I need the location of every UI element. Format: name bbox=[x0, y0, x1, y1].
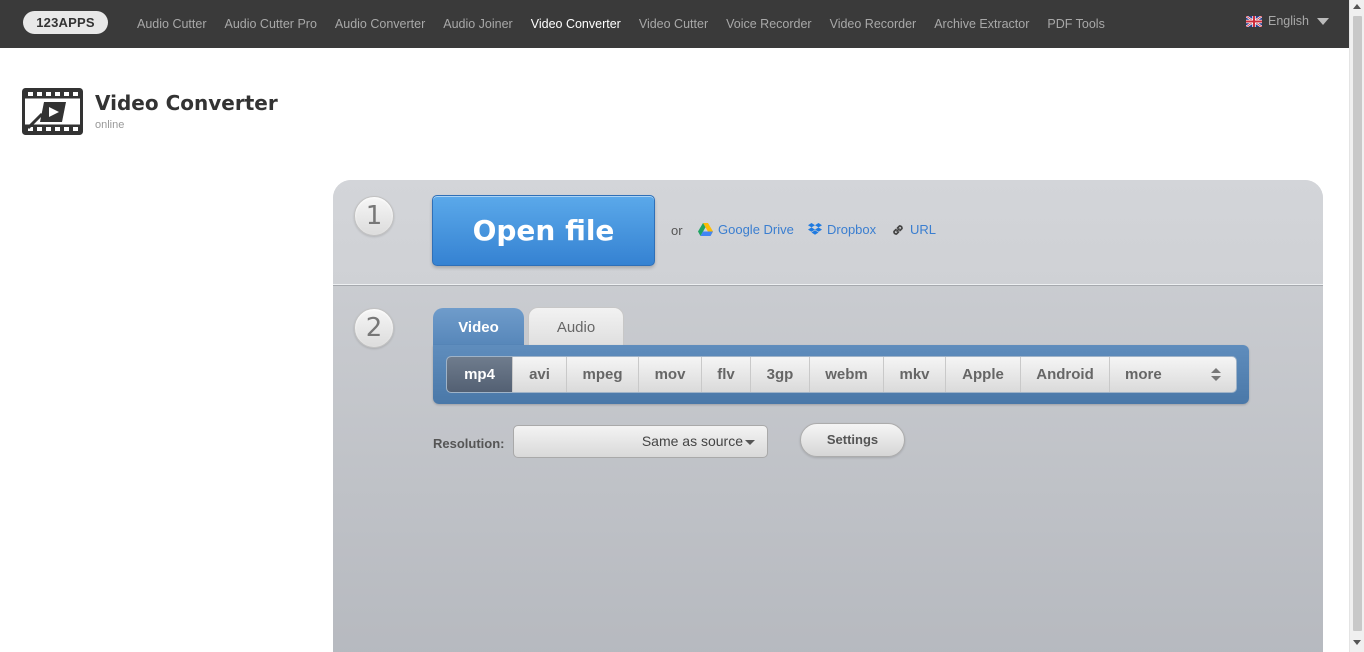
language-label: English bbox=[1268, 14, 1309, 28]
up-down-arrows-icon bbox=[1211, 368, 1221, 381]
google-drive-label: Google Drive bbox=[718, 222, 794, 237]
nav-video-recorder[interactable]: Video Recorder bbox=[830, 17, 917, 31]
vertical-scrollbar[interactable] bbox=[1349, 0, 1364, 652]
nav-pdf-tools[interactable]: PDF Tools bbox=[1047, 17, 1104, 31]
dropbox-label: Dropbox bbox=[827, 222, 877, 237]
or-label: or bbox=[671, 223, 683, 238]
dropbox-link[interactable]: Dropbox bbox=[808, 222, 876, 237]
top-navigation-bar: 123APPS Audio Cutter Audio Cutter Pro Au… bbox=[0, 0, 1349, 48]
chevron-down-icon bbox=[1317, 17, 1329, 25]
url-label: URL bbox=[910, 222, 937, 237]
nav-archive-extractor[interactable]: Archive Extractor bbox=[934, 17, 1029, 31]
resolution-label: Resolution: bbox=[433, 436, 505, 451]
format-apple[interactable]: Apple bbox=[946, 357, 1021, 392]
nav-audio-cutter-pro[interactable]: Audio Cutter Pro bbox=[224, 17, 316, 31]
resolution-value: Same as source bbox=[641, 433, 743, 449]
page-subtitle: online bbox=[95, 119, 125, 131]
step-open-file: 1 Open file or Google Drive Dropbox URL bbox=[333, 180, 1323, 285]
open-file-button[interactable]: Open file bbox=[432, 195, 655, 266]
language-selector[interactable]: English bbox=[1246, 14, 1329, 28]
resolution-select[interactable]: Same as source bbox=[513, 425, 768, 458]
format-more-select[interactable]: more bbox=[1110, 357, 1236, 392]
nav-audio-converter[interactable]: Audio Converter bbox=[335, 17, 425, 31]
converter-panel: 1 Open file or Google Drive Dropbox URL … bbox=[333, 180, 1323, 652]
dropbox-icon bbox=[808, 223, 822, 235]
format-list: mp4 avi mpeg mov flv 3gp webm mkv Apple … bbox=[446, 356, 1237, 393]
format-mov[interactable]: mov bbox=[639, 357, 702, 392]
format-mkv[interactable]: mkv bbox=[884, 357, 946, 392]
nav-audio-cutter[interactable]: Audio Cutter bbox=[137, 17, 206, 31]
tab-video[interactable]: Video bbox=[433, 308, 524, 348]
nav-audio-joiner[interactable]: Audio Joiner bbox=[443, 17, 513, 31]
page-title: Video Converter bbox=[95, 91, 278, 115]
uk-flag-icon bbox=[1246, 15, 1262, 27]
nav-video-cutter[interactable]: Video Cutter bbox=[639, 17, 708, 31]
film-clapper-icon bbox=[22, 88, 83, 135]
google-drive-link[interactable]: Google Drive bbox=[698, 222, 794, 237]
app-nav: Audio Cutter Audio Cutter Pro Audio Conv… bbox=[128, 0, 1114, 48]
format-webm[interactable]: webm bbox=[810, 357, 884, 392]
format-avi[interactable]: avi bbox=[513, 357, 567, 392]
step-1-badge: 1 bbox=[354, 196, 394, 236]
format-more-label: more bbox=[1125, 366, 1162, 383]
format-mpeg[interactable]: mpeg bbox=[567, 357, 639, 392]
chevron-down-icon bbox=[745, 440, 755, 445]
step-2-badge: 2 bbox=[354, 308, 394, 348]
scrollbar-thumb[interactable] bbox=[1353, 16, 1362, 631]
settings-button[interactable]: Settings bbox=[800, 423, 905, 457]
format-android[interactable]: Android bbox=[1021, 357, 1110, 392]
format-3gp[interactable]: 3gp bbox=[751, 357, 810, 392]
site-logo[interactable]: 123APPS bbox=[23, 11, 108, 34]
tab-audio[interactable]: Audio bbox=[528, 307, 624, 347]
format-flv[interactable]: flv bbox=[702, 357, 751, 392]
format-selector: mp4 avi mpeg mov flv 3gp webm mkv Apple … bbox=[433, 345, 1249, 404]
scroll-down-arrow-icon[interactable] bbox=[1353, 640, 1361, 645]
link-icon bbox=[893, 224, 903, 235]
url-link[interactable]: URL bbox=[891, 222, 936, 237]
nav-voice-recorder[interactable]: Voice Recorder bbox=[726, 17, 811, 31]
google-drive-icon bbox=[698, 223, 713, 236]
scroll-up-arrow-icon[interactable] bbox=[1353, 4, 1361, 9]
nav-video-converter[interactable]: Video Converter bbox=[531, 17, 621, 31]
format-mp4[interactable]: mp4 bbox=[447, 357, 513, 392]
